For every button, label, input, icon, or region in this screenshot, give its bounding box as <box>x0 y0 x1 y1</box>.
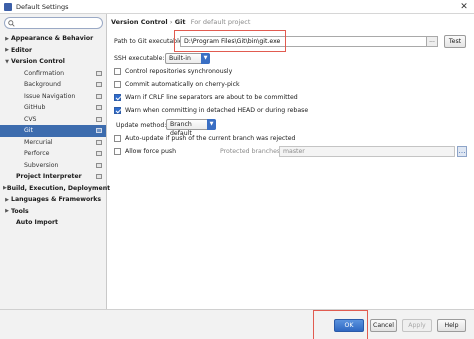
sidebar-item-label: Perforce <box>24 150 50 158</box>
project-settings-icon <box>96 116 102 122</box>
sidebar-item-label: Issue Navigation <box>24 92 76 100</box>
help-button[interactable]: Help <box>437 319 466 332</box>
settings-tree: ▶ Appearance & Behavior ▶ Editor ▼ Versi… <box>0 33 110 229</box>
project-settings-icon <box>96 105 102 110</box>
sidebar-item-label: Subversion <box>24 161 59 169</box>
close-icon[interactable]: ✕ <box>458 0 470 14</box>
chevron-right-icon: ▶ <box>5 47 9 54</box>
browse-button[interactable]: ... <box>426 36 438 47</box>
sidebar-item-background[interactable]: Background <box>0 79 106 91</box>
window-title: Default Settings <box>16 2 69 11</box>
commit-on-cherry-pick-checkbox[interactable]: Commit automatically on cherry-pick <box>114 81 240 88</box>
sidebar-item-editor[interactable]: ▶ Editor <box>0 45 106 57</box>
sidebar-item-mercurial[interactable]: Mercurial <box>0 137 106 149</box>
project-settings-icon <box>96 174 102 179</box>
sidebar-item-auto-import[interactable]: Auto Import <box>0 217 106 229</box>
ok-button[interactable]: OK <box>334 319 364 332</box>
sidebar-item-confirmation[interactable]: Confirmation <box>0 68 106 80</box>
search-icon <box>8 19 15 27</box>
checkbox-box <box>114 68 121 75</box>
sidebar-item-languages-frameworks[interactable]: ▶ Languages & Frameworks <box>0 194 106 206</box>
update-method-label: Update method: <box>116 122 167 129</box>
sidebar-item-label: Mercurial <box>24 138 53 146</box>
checkbox-label: Allow force push <box>125 148 177 155</box>
sidebar-item-label: CVS <box>24 115 37 123</box>
control-repos-sync-checkbox[interactable]: Control repositories synchronously <box>114 68 232 75</box>
chevron-down-icon: ▼ <box>5 58 9 65</box>
sidebar-item-label: Languages & Frameworks <box>11 196 102 204</box>
sidebar-item-project-interpreter[interactable]: Project Interpreter <box>0 171 106 183</box>
sidebar-item-tools[interactable]: ▶ Tools <box>0 206 106 218</box>
sidebar-item-version-control[interactable]: ▼ Version Control <box>0 56 106 68</box>
sidebar-item-issue-navigation[interactable]: Issue Navigation <box>0 91 106 103</box>
checkbox-box <box>114 148 121 155</box>
checkbox-label: Commit automatically on cherry-pick <box>125 81 240 88</box>
git-settings-panel: Version Control › Git For default projec… <box>108 14 474 309</box>
app-icon <box>4 2 12 11</box>
sidebar-item-label: Version Control <box>11 58 65 66</box>
apply-button[interactable]: Apply <box>402 319 432 332</box>
breadcrumb-separator: › <box>169 18 173 26</box>
sidebar-item-github[interactable]: GitHub <box>0 102 106 114</box>
auto-update-checkbox[interactable]: Auto-update if push of the current branc… <box>114 135 295 142</box>
project-settings-icon <box>96 151 102 156</box>
checkbox-box <box>114 135 121 142</box>
update-method-select[interactable]: Branch default ▼ <box>166 119 216 137</box>
sidebar-item-label: Appearance & Behavior <box>11 35 94 43</box>
project-settings-icon <box>96 82 102 87</box>
sidebar-item-appearance-behavior[interactable]: ▶ Appearance & Behavior <box>0 33 106 45</box>
sidebar-item-label: Background <box>24 81 61 89</box>
chevron-right-icon: ▶ <box>5 208 9 215</box>
sidebar-item-label: Auto Import <box>16 219 58 227</box>
sidebar-item-label: Build, Execution, Deployment <box>6 184 111 192</box>
checkbox-label: Warn if CRLF line separators are about t… <box>125 94 298 101</box>
ssh-executable-select[interactable]: Built-in ▼ <box>165 53 210 64</box>
project-settings-icon <box>96 162 102 168</box>
project-settings-icon <box>96 70 102 76</box>
project-settings-icon <box>96 128 102 133</box>
chevron-right-icon: ▶ <box>5 196 9 203</box>
chevron-down-icon: ▼ <box>201 53 210 64</box>
checkbox-box <box>114 81 121 88</box>
sidebar-item-subversion[interactable]: Subversion <box>0 160 106 172</box>
sidebar-item-perforce[interactable]: Perforce <box>0 148 106 160</box>
checkbox-label: Auto-update if push of the current branc… <box>125 135 296 142</box>
allow-force-push-checkbox[interactable]: Allow force push <box>114 148 176 155</box>
checkbox-box <box>114 94 121 101</box>
dialog-footer: OK Cancel Apply Help <box>0 309 474 339</box>
sidebar-item-label: Tools <box>11 207 29 215</box>
project-settings-icon <box>96 139 102 145</box>
sidebar-item-label: GitHub <box>24 104 46 112</box>
chevron-right-icon: ▶ <box>5 35 9 42</box>
annotation-highlight-path <box>174 30 286 52</box>
sidebar-item-git[interactable]: Git <box>0 125 106 137</box>
protected-branches-browse-button[interactable]: … <box>457 146 467 157</box>
sidebar-item-label: Git <box>24 127 33 135</box>
sidebar-item-label: Project Interpreter <box>16 173 82 181</box>
ssh-executable-label: SSH executable: <box>114 55 165 62</box>
sidebar-item-cvs[interactable]: CVS <box>0 114 106 126</box>
test-button[interactable]: Test <box>444 35 466 48</box>
warn-crlf-checkbox[interactable]: Warn if CRLF line separators are about t… <box>114 94 298 101</box>
cancel-button[interactable]: Cancel <box>370 319 397 332</box>
ssh-executable-value: Built-in <box>169 55 191 62</box>
protected-branches-field[interactable]: master <box>279 146 455 157</box>
protected-branches-label: Protected branches: <box>220 148 283 155</box>
settings-sidebar: ▶ Appearance & Behavior ▶ Editor ▼ Versi… <box>0 14 110 309</box>
checkbox-label: Control repositories synchronously <box>125 68 233 75</box>
checkbox-label: Warn when committing in detached HEAD or… <box>125 107 309 114</box>
settings-search-input[interactable] <box>4 17 103 29</box>
breadcrumb-parent: Version Control <box>111 18 168 26</box>
warn-detached-head-checkbox[interactable]: Warn when committing in detached HEAD or… <box>114 107 308 114</box>
breadcrumb: Version Control › Git For default projec… <box>111 18 250 26</box>
chevron-down-icon: ▼ <box>207 119 216 130</box>
sidebar-item-label: Confirmation <box>24 69 65 77</box>
title-bar: Default Settings ✕ <box>0 0 474 14</box>
checkbox-box <box>114 107 121 114</box>
sidebar-item-label: Editor <box>11 46 33 54</box>
project-settings-icon <box>96 93 102 99</box>
project-scope-note: For default project <box>190 18 251 26</box>
breadcrumb-current: Git <box>174 18 186 26</box>
sidebar-item-build-execution-deployment[interactable]: ▶ Build, Execution, Deployment <box>0 183 110 195</box>
